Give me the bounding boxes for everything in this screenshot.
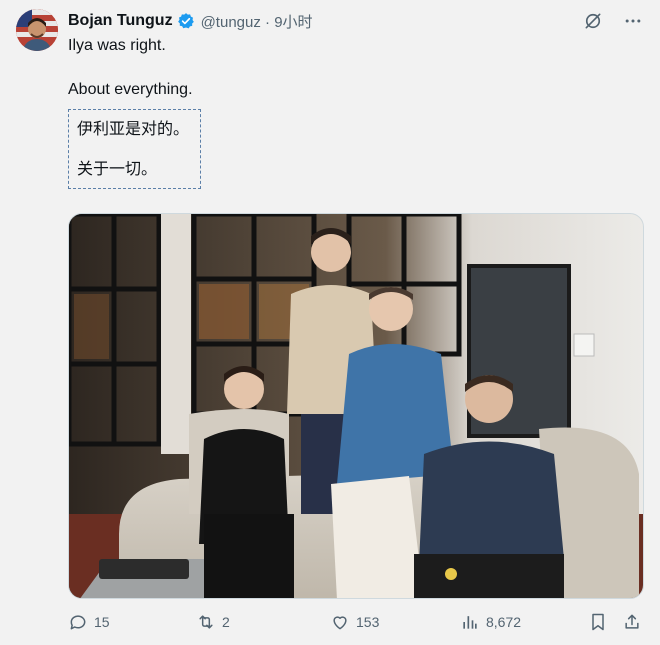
author-handle[interactable]: @tunguz · 9小时 xyxy=(201,11,313,32)
like-count: 153 xyxy=(356,614,380,630)
retweet-icon xyxy=(199,615,213,629)
author-name[interactable]: Bojan Tunguz xyxy=(68,12,173,30)
timestamp[interactable]: 9小时 xyxy=(274,14,312,31)
heart-icon xyxy=(333,616,347,630)
tweet-photo[interactable] xyxy=(68,213,644,599)
translation-line-1: 伊利亚是对的。 xyxy=(77,121,190,138)
bookmark-icon xyxy=(592,613,604,631)
tweet: Bojan Tunguz @tunguz · 9小时 Ilya was righ… xyxy=(0,0,660,645)
tweet-header: Bojan Tunguz @tunguz · 9小时 xyxy=(68,10,644,32)
views-chart-icon xyxy=(463,616,477,629)
reply-count: 15 xyxy=(94,614,110,630)
avatar-image xyxy=(16,9,58,51)
header-actions xyxy=(582,10,644,32)
share-icon xyxy=(625,614,639,629)
translation-line-2: 关于一切。 xyxy=(77,161,158,178)
separator: · xyxy=(265,13,271,31)
tweet-actions: 15 2 153 8,672 xyxy=(68,612,646,638)
slashed-circle-icon[interactable] xyxy=(582,10,604,32)
like-button[interactable]: 153 xyxy=(330,612,379,632)
verified-badge-icon xyxy=(177,12,195,30)
tweet-text-line-1: Ilya was right. xyxy=(68,37,166,54)
more-dots-icon[interactable] xyxy=(622,10,644,32)
photo-image xyxy=(69,214,643,598)
views-button[interactable]: 8,672 xyxy=(460,612,521,632)
reply-icon xyxy=(70,615,86,630)
bookmark-button[interactable] xyxy=(588,612,608,632)
tweet-text-line-2: About everything. xyxy=(68,81,193,98)
share-button[interactable] xyxy=(622,612,642,632)
translation-box: 伊利亚是对的。 关于一切。 xyxy=(68,109,201,189)
retweet-button[interactable]: 2 xyxy=(196,612,230,632)
reply-button[interactable]: 15 xyxy=(68,612,110,632)
views-count: 8,672 xyxy=(486,614,522,630)
handle-text: @tunguz xyxy=(200,13,261,31)
retweet-count: 2 xyxy=(222,614,230,630)
avatar[interactable] xyxy=(16,9,58,51)
